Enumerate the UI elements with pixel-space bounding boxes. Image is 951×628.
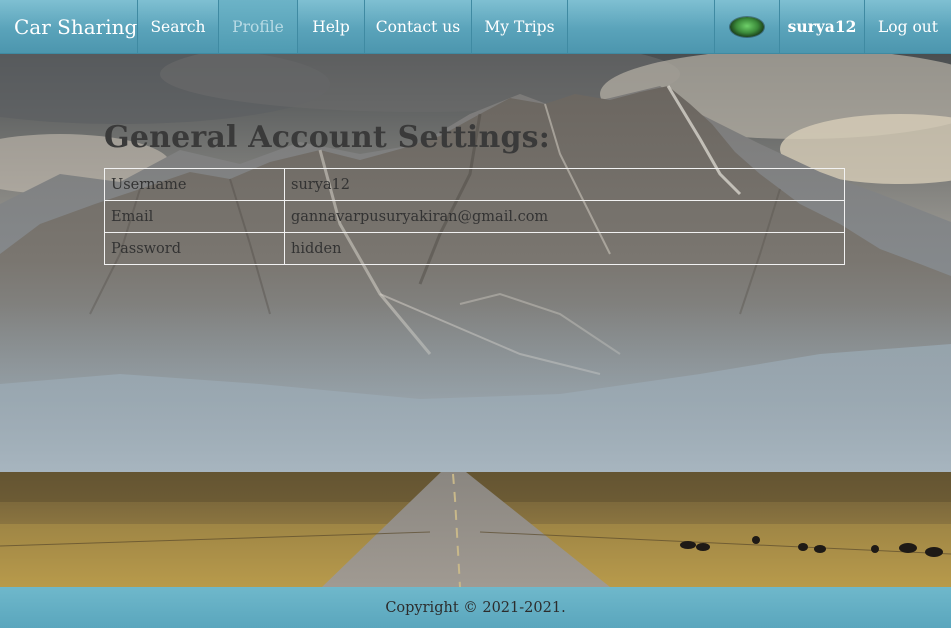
email-label: Email [104, 200, 285, 233]
nav-my-trips-link[interactable]: My Trips [472, 0, 568, 53]
user-avatar-link[interactable] [714, 0, 780, 53]
username-link[interactable]: surya12 [780, 0, 865, 53]
table-row: Username surya12 [104, 168, 845, 201]
page-title: General Account Settings: [104, 120, 551, 155]
table-row: Password hidden [104, 232, 845, 265]
page-footer: Copyright © 2021-2021. [0, 587, 951, 628]
username-value: surya12 [284, 168, 845, 201]
table-row: Email gannavarpusuryakiran@gmail.com [104, 200, 845, 233]
email-value: gannavarpusuryakiran@gmail.com [284, 200, 845, 233]
brand-link[interactable]: Car Sharing [0, 0, 138, 53]
copyright-text: Copyright © 2021-2021. [385, 599, 566, 616]
account-settings-table: Username surya12 Email gannavarpusuryaki… [104, 168, 845, 265]
nav-profile-link[interactable]: Profile [219, 0, 298, 53]
username-label: Username [104, 168, 285, 201]
nav-search-link[interactable]: Search [138, 0, 219, 53]
top-navbar: Car Sharing Search Profile Help Contact … [0, 0, 951, 54]
nav-contact-link[interactable]: Contact us [365, 0, 472, 53]
nav-help-link[interactable]: Help [298, 0, 365, 53]
avatar [730, 16, 764, 37]
password-label: Password [104, 232, 285, 265]
logout-link[interactable]: Log out [865, 0, 951, 53]
password-value: hidden [284, 232, 845, 265]
